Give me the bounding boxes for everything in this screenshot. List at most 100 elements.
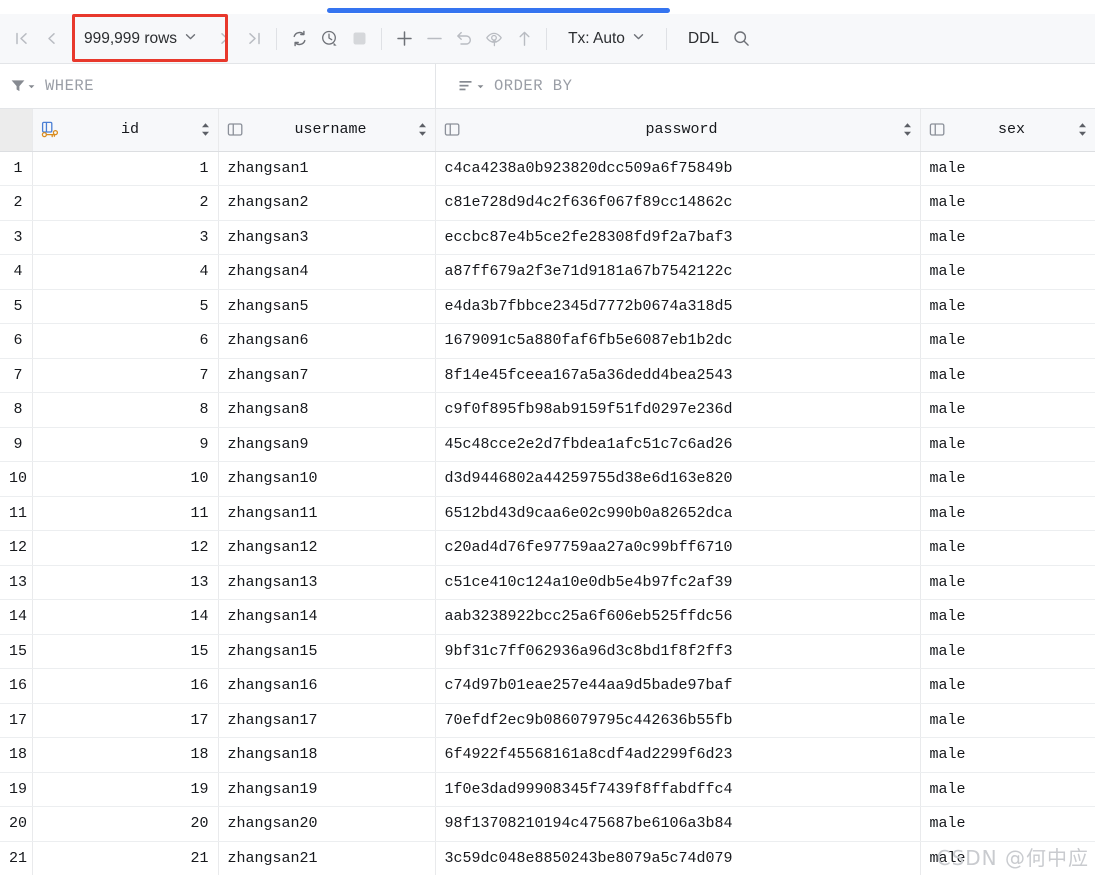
cell-username[interactable]: zhangsan20 xyxy=(218,806,436,842)
table-row[interactable]: 14 14 zhangsan14 aab3238922bcc25a6f606eb525… xyxy=(0,599,1095,635)
cell-id[interactable]: 15 xyxy=(32,634,219,669)
table-row[interactable]: 5 5 zhangsan5 e4da3b7fbbce2345d7772b0674a31… xyxy=(0,289,1095,324)
cell-id[interactable]: 21 xyxy=(32,841,219,875)
last-page-icon[interactable] xyxy=(239,22,269,56)
row-number[interactable]: 13 xyxy=(0,565,33,600)
cell-password[interactable]: c9f0f895fb98ab9159f51fd0297e236d xyxy=(435,392,921,428)
cell-id[interactable]: 13 xyxy=(32,565,219,600)
table-row[interactable]: 4 4 zhangsan4 a87ff679a2f3e71d9181a67b75421… xyxy=(0,254,1095,290)
cell-id[interactable]: 11 xyxy=(32,496,219,531)
row-number[interactable]: 15 xyxy=(0,634,33,669)
row-number[interactable]: 18 xyxy=(0,737,33,773)
row-number[interactable]: 4 xyxy=(0,254,33,290)
table-row[interactable]: 20 20 zhangsan20 98f13708210194c475687be610… xyxy=(0,806,1095,842)
cell-sex[interactable]: male xyxy=(920,392,1095,428)
cell-sex[interactable]: male xyxy=(920,841,1095,875)
cell-sex[interactable]: male xyxy=(920,289,1095,324)
sort-toggle-password[interactable] xyxy=(903,122,912,137)
cell-username[interactable]: zhangsan14 xyxy=(218,599,436,635)
cell-username[interactable]: zhangsan9 xyxy=(218,427,436,462)
row-number[interactable]: 3 xyxy=(0,220,33,255)
cell-username[interactable]: zhangsan12 xyxy=(218,530,436,566)
cell-password[interactable]: 3c59dc048e8850243be8079a5c74d079 xyxy=(435,841,921,875)
order-by-filter-field[interactable]: ORDER BY xyxy=(436,64,1095,108)
table-row[interactable]: 17 17 zhangsan17 70efdf2ec9b086079795c44263… xyxy=(0,703,1095,738)
preview-changes-icon[interactable] xyxy=(479,22,509,56)
cell-id[interactable]: 7 xyxy=(32,358,219,393)
table-row[interactable]: 2 2 zhangsan2 c81e728d9d4c2f636f067f89cc148… xyxy=(0,185,1095,221)
table-row[interactable]: 12 12 zhangsan12 c20ad4d76fe97759aa27a0c99b… xyxy=(0,530,1095,566)
table-row[interactable]: 18 18 zhangsan18 6f4922f45568161a8cdf4ad229… xyxy=(0,737,1095,773)
row-count-selector[interactable]: 999,999 rows xyxy=(70,22,209,56)
row-number[interactable]: 11 xyxy=(0,496,33,531)
cell-id[interactable]: 12 xyxy=(32,530,219,566)
next-page-icon[interactable] xyxy=(209,22,239,56)
row-number[interactable]: 8 xyxy=(0,392,33,428)
cell-username[interactable]: zhangsan1 xyxy=(218,151,436,186)
cell-password[interactable]: 45c48cce2e2d7fbdea1afc51c7c6ad26 xyxy=(435,427,921,462)
cell-sex[interactable]: male xyxy=(920,151,1095,186)
table-row[interactable]: 9 9 zhangsan9 45c48cce2e2d7fbdea1afc51c7c6a… xyxy=(0,427,1095,462)
cell-username[interactable]: zhangsan16 xyxy=(218,668,436,704)
row-number[interactable]: 5 xyxy=(0,289,33,324)
row-number[interactable]: 7 xyxy=(0,358,33,393)
column-header-id[interactable]: id xyxy=(32,109,219,152)
column-header-username[interactable]: username xyxy=(218,109,436,152)
remove-row-icon[interactable] xyxy=(419,22,449,56)
cell-sex[interactable]: male xyxy=(920,772,1095,807)
previous-page-icon[interactable] xyxy=(36,22,66,56)
cell-password[interactable]: 1f0e3dad99908345f7439f8ffabdffc4 xyxy=(435,772,921,807)
cell-sex[interactable]: male xyxy=(920,806,1095,842)
cell-id[interactable]: 14 xyxy=(32,599,219,635)
cell-id[interactable]: 9 xyxy=(32,427,219,462)
sort-toggle-sex[interactable] xyxy=(1078,122,1087,137)
cell-username[interactable]: zhangsan4 xyxy=(218,254,436,290)
cell-id[interactable]: 19 xyxy=(32,772,219,807)
cell-sex[interactable]: male xyxy=(920,427,1095,462)
revert-icon[interactable] xyxy=(449,22,479,56)
cell-sex[interactable]: male xyxy=(920,220,1095,255)
cell-sex[interactable]: male xyxy=(920,496,1095,531)
sort-toggle-id[interactable] xyxy=(201,122,210,137)
transaction-mode-selector[interactable]: Tx: Auto xyxy=(560,22,653,56)
table-row[interactable]: 13 13 zhangsan13 c51ce410c124a10e0db5e4b97f… xyxy=(0,565,1095,600)
cell-sex[interactable]: male xyxy=(920,565,1095,600)
search-icon[interactable] xyxy=(727,22,757,56)
cell-username[interactable]: zhangsan10 xyxy=(218,461,436,497)
cell-password[interactable]: 6512bd43d9caa6e02c990b0a82652dca xyxy=(435,496,921,531)
table-row[interactable]: 15 15 zhangsan15 9bf31c7ff062936a96d3c8bd1f… xyxy=(0,634,1095,669)
cell-id[interactable]: 18 xyxy=(32,737,219,773)
row-number[interactable]: 17 xyxy=(0,703,33,738)
cell-password[interactable]: c4ca4238a0b923820dcc509a6f75849b xyxy=(435,151,921,186)
cell-id[interactable]: 16 xyxy=(32,668,219,704)
table-row[interactable]: 11 11 zhangsan11 6512bd43d9caa6e02c990b0a82… xyxy=(0,496,1095,531)
row-number[interactable]: 9 xyxy=(0,427,33,462)
sort-toggle-username[interactable] xyxy=(418,122,427,137)
stop-icon[interactable] xyxy=(344,22,374,56)
table-row[interactable]: 21 21 zhangsan21 3c59dc048e8850243be8079a5c… xyxy=(0,841,1095,875)
cell-id[interactable]: 17 xyxy=(32,703,219,738)
cell-sex[interactable]: male xyxy=(920,703,1095,738)
cell-username[interactable]: zhangsan5 xyxy=(218,289,436,324)
submit-icon[interactable] xyxy=(509,22,539,56)
cell-sex[interactable]: male xyxy=(920,530,1095,566)
cell-sex[interactable]: male xyxy=(920,358,1095,393)
cell-sex[interactable]: male xyxy=(920,461,1095,497)
cell-password[interactable]: 9bf31c7ff062936a96d3c8bd1f8f2ff3 xyxy=(435,634,921,669)
table-row[interactable]: 8 8 zhangsan8 c9f0f895fb98ab9159f51fd0297e2… xyxy=(0,392,1095,428)
cell-username[interactable]: zhangsan19 xyxy=(218,772,436,807)
cell-password[interactable]: eccbc87e4b5ce2fe28308fd9f2a7baf3 xyxy=(435,220,921,255)
cell-username[interactable]: zhangsan11 xyxy=(218,496,436,531)
cell-sex[interactable]: male xyxy=(920,254,1095,290)
cell-username[interactable]: zhangsan6 xyxy=(218,323,436,359)
cell-password[interactable]: a87ff679a2f3e71d9181a67b7542122c xyxy=(435,254,921,290)
row-number[interactable]: 12 xyxy=(0,530,33,566)
where-filter-field[interactable]: WHERE xyxy=(0,64,436,108)
cell-id[interactable]: 3 xyxy=(32,220,219,255)
cell-id[interactable]: 6 xyxy=(32,323,219,359)
row-number[interactable]: 1 xyxy=(0,151,33,186)
refresh-icon[interactable] xyxy=(284,22,314,56)
row-number[interactable]: 10 xyxy=(0,461,33,497)
cell-password[interactable]: c74d97b01eae257e44aa9d5bade97baf xyxy=(435,668,921,704)
cell-password[interactable]: e4da3b7fbbce2345d7772b0674a318d5 xyxy=(435,289,921,324)
